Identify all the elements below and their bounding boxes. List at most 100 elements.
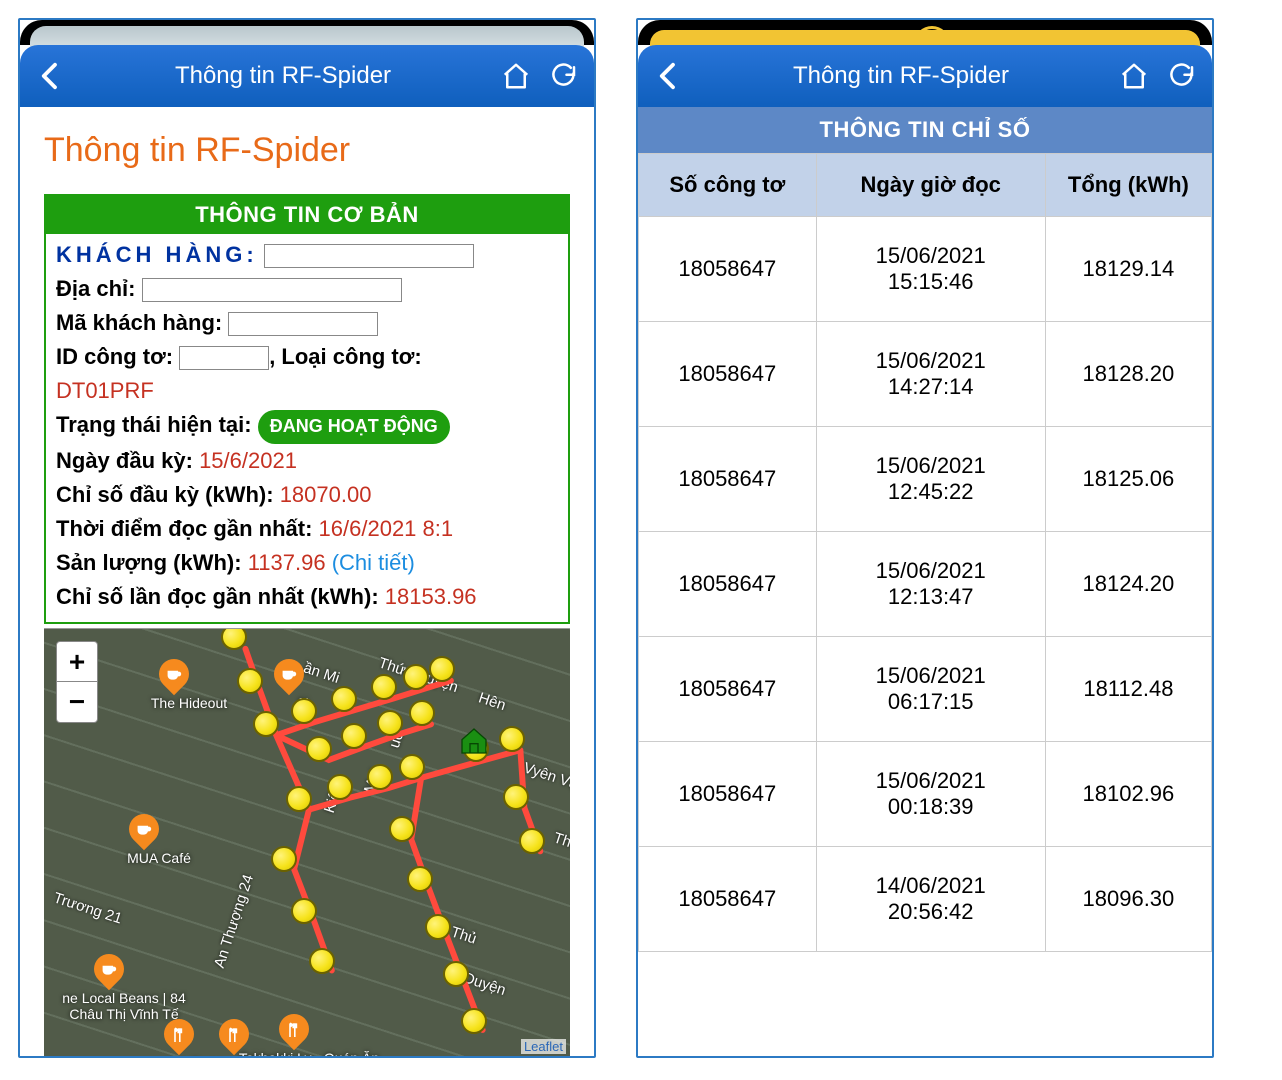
table-row: 1805864715/06/202100:18:3918102.96 [639,742,1212,847]
meter-id-label: ID công tơ: [56,344,173,369]
map-node[interactable] [367,764,393,790]
map-node[interactable] [443,961,469,987]
table-row: 1805864715/06/202114:27:1418128.20 [639,322,1212,427]
cell-datetime: 15/06/202112:45:22 [816,427,1045,532]
table-title: THÔNG TIN CHỈ SỐ [638,107,1212,153]
cust-code-value-blank [228,312,378,336]
map-node[interactable] [407,866,433,892]
meter-type-label: , Loại công tơ: [269,344,422,369]
index-start-value: 18070.00 [280,482,372,507]
cell-total: 18096.30 [1045,847,1211,952]
map-node[interactable] [503,784,529,810]
table-row: 1805864715/06/202112:45:2218125.06 [639,427,1212,532]
map-node[interactable] [409,700,435,726]
index-start-label: Chỉ số đầu kỳ (kWh): [56,482,274,507]
back-button[interactable] [644,52,692,100]
basic-info-panel: THÔNG TIN CƠ BẢN KHÁCH HÀNG: Địa chỉ: Mã… [44,194,570,624]
nav-bar: Thông tin RF-Spider [638,45,1212,107]
address-label: Địa chỉ: [56,276,135,301]
map-node[interactable] [403,664,429,690]
map-node[interactable] [399,754,425,780]
chevron-left-icon [35,61,65,91]
home-button[interactable] [492,52,540,100]
cell-total: 18128.20 [1045,322,1211,427]
meter-id-value-blank [179,346,269,370]
map-node[interactable] [377,710,403,736]
nav-title: Thông tin RF-Spider [74,62,492,90]
map-node[interactable] [237,668,263,694]
map-node[interactable] [291,898,317,924]
readings-table: Số công tơ Ngày giờ đọc Tổng (kWh) 18058… [638,153,1212,952]
last-index-label: Chỉ số lần đọc gần nhất (kWh): [56,584,379,609]
cell-datetime: 15/06/202112:13:47 [816,532,1045,637]
home-icon [501,61,531,91]
map-node[interactable] [519,828,545,854]
last-index-value: 18153.96 [385,584,477,609]
map-route [44,629,570,1056]
map-node[interactable] [327,774,353,800]
map-node[interactable] [309,948,335,974]
map-node[interactable] [306,736,332,762]
map-node[interactable] [389,816,415,842]
home-icon [1119,61,1149,91]
refresh-button[interactable] [1158,52,1206,100]
page-title: Thông tin RF-Spider [44,131,570,170]
cell-total: 18124.20 [1045,532,1211,637]
map-node[interactable] [331,686,357,712]
cell-total: 18102.96 [1045,742,1211,847]
home-marker-icon [458,725,490,757]
col-meter: Số công tơ [639,154,817,217]
map-node[interactable] [461,1008,487,1034]
refresh-icon [549,61,579,91]
map[interactable]: Trương 21An Thượng 24KiệtMaiucần MiThức … [44,628,570,1056]
map-node[interactable] [271,846,297,872]
col-total: Tổng (kWh) [1045,154,1211,217]
address-value-blank [142,278,402,302]
output-value: 1137.96 [248,550,326,575]
map-node[interactable] [253,711,279,737]
map-node[interactable] [425,914,451,940]
cell-datetime: 15/06/202114:27:14 [816,322,1045,427]
cell-total: 18129.14 [1045,217,1211,322]
col-datetime: Ngày giờ đọc [816,154,1045,217]
cell-meter: 18058647 [639,427,817,532]
map-node[interactable] [341,723,367,749]
customer-value-blank [264,244,474,268]
status-badge: ĐANG HOẠT ĐỘNG [258,410,450,444]
cell-total: 18125.06 [1045,427,1211,532]
table-row: 1805864714/06/202120:56:4218096.30 [639,847,1212,952]
cell-datetime: 15/06/202106:17:15 [816,637,1045,742]
zoom-out-button[interactable]: − [57,682,97,722]
back-button[interactable] [26,52,74,100]
status-bar [638,20,1212,45]
status-bar [20,20,594,45]
map-node[interactable] [371,674,397,700]
cell-meter: 18058647 [639,742,817,847]
cell-datetime: 15/06/202100:18:39 [816,742,1045,847]
refresh-button[interactable] [540,52,588,100]
map-attribution[interactable]: Leaflet [521,1039,566,1054]
cell-meter: 18058647 [639,637,817,742]
zoom-in-button[interactable]: + [57,642,97,682]
output-label: Sản lượng (kWh): [56,550,242,575]
map-node[interactable] [499,726,525,752]
map-zoom-controls: + − [56,641,98,723]
cell-total: 18112.48 [1045,637,1211,742]
table-row: 1805864715/06/202112:13:4718124.20 [639,532,1212,637]
phone-left: Thông tin RF-Spider Thông tin RF-Spider … [18,18,596,1058]
content-left: Thông tin RF-Spider THÔNG TIN CƠ BẢN KHÁ… [20,107,594,1056]
map-node[interactable] [429,656,455,682]
status-label: Trạng thái hiện tại: [56,412,252,437]
map-node[interactable] [291,698,317,724]
last-read-time-value: 16/6/2021 8:1 [319,516,454,541]
nav-title: Thông tin RF-Spider [692,62,1110,90]
period-start-label: Ngày đầu kỳ: [56,448,193,473]
cell-datetime: 15/06/202115:15:46 [816,217,1045,322]
detail-link[interactable]: (Chi tiết) [332,550,415,575]
meter-type-value: DT01PRF [56,374,558,408]
map-node[interactable] [286,786,312,812]
customer-label: KHÁCH HÀNG: [56,242,258,267]
home-button[interactable] [1110,52,1158,100]
cell-meter: 18058647 [639,847,817,952]
table-row: 1805864715/06/202115:15:4618129.14 [639,217,1212,322]
